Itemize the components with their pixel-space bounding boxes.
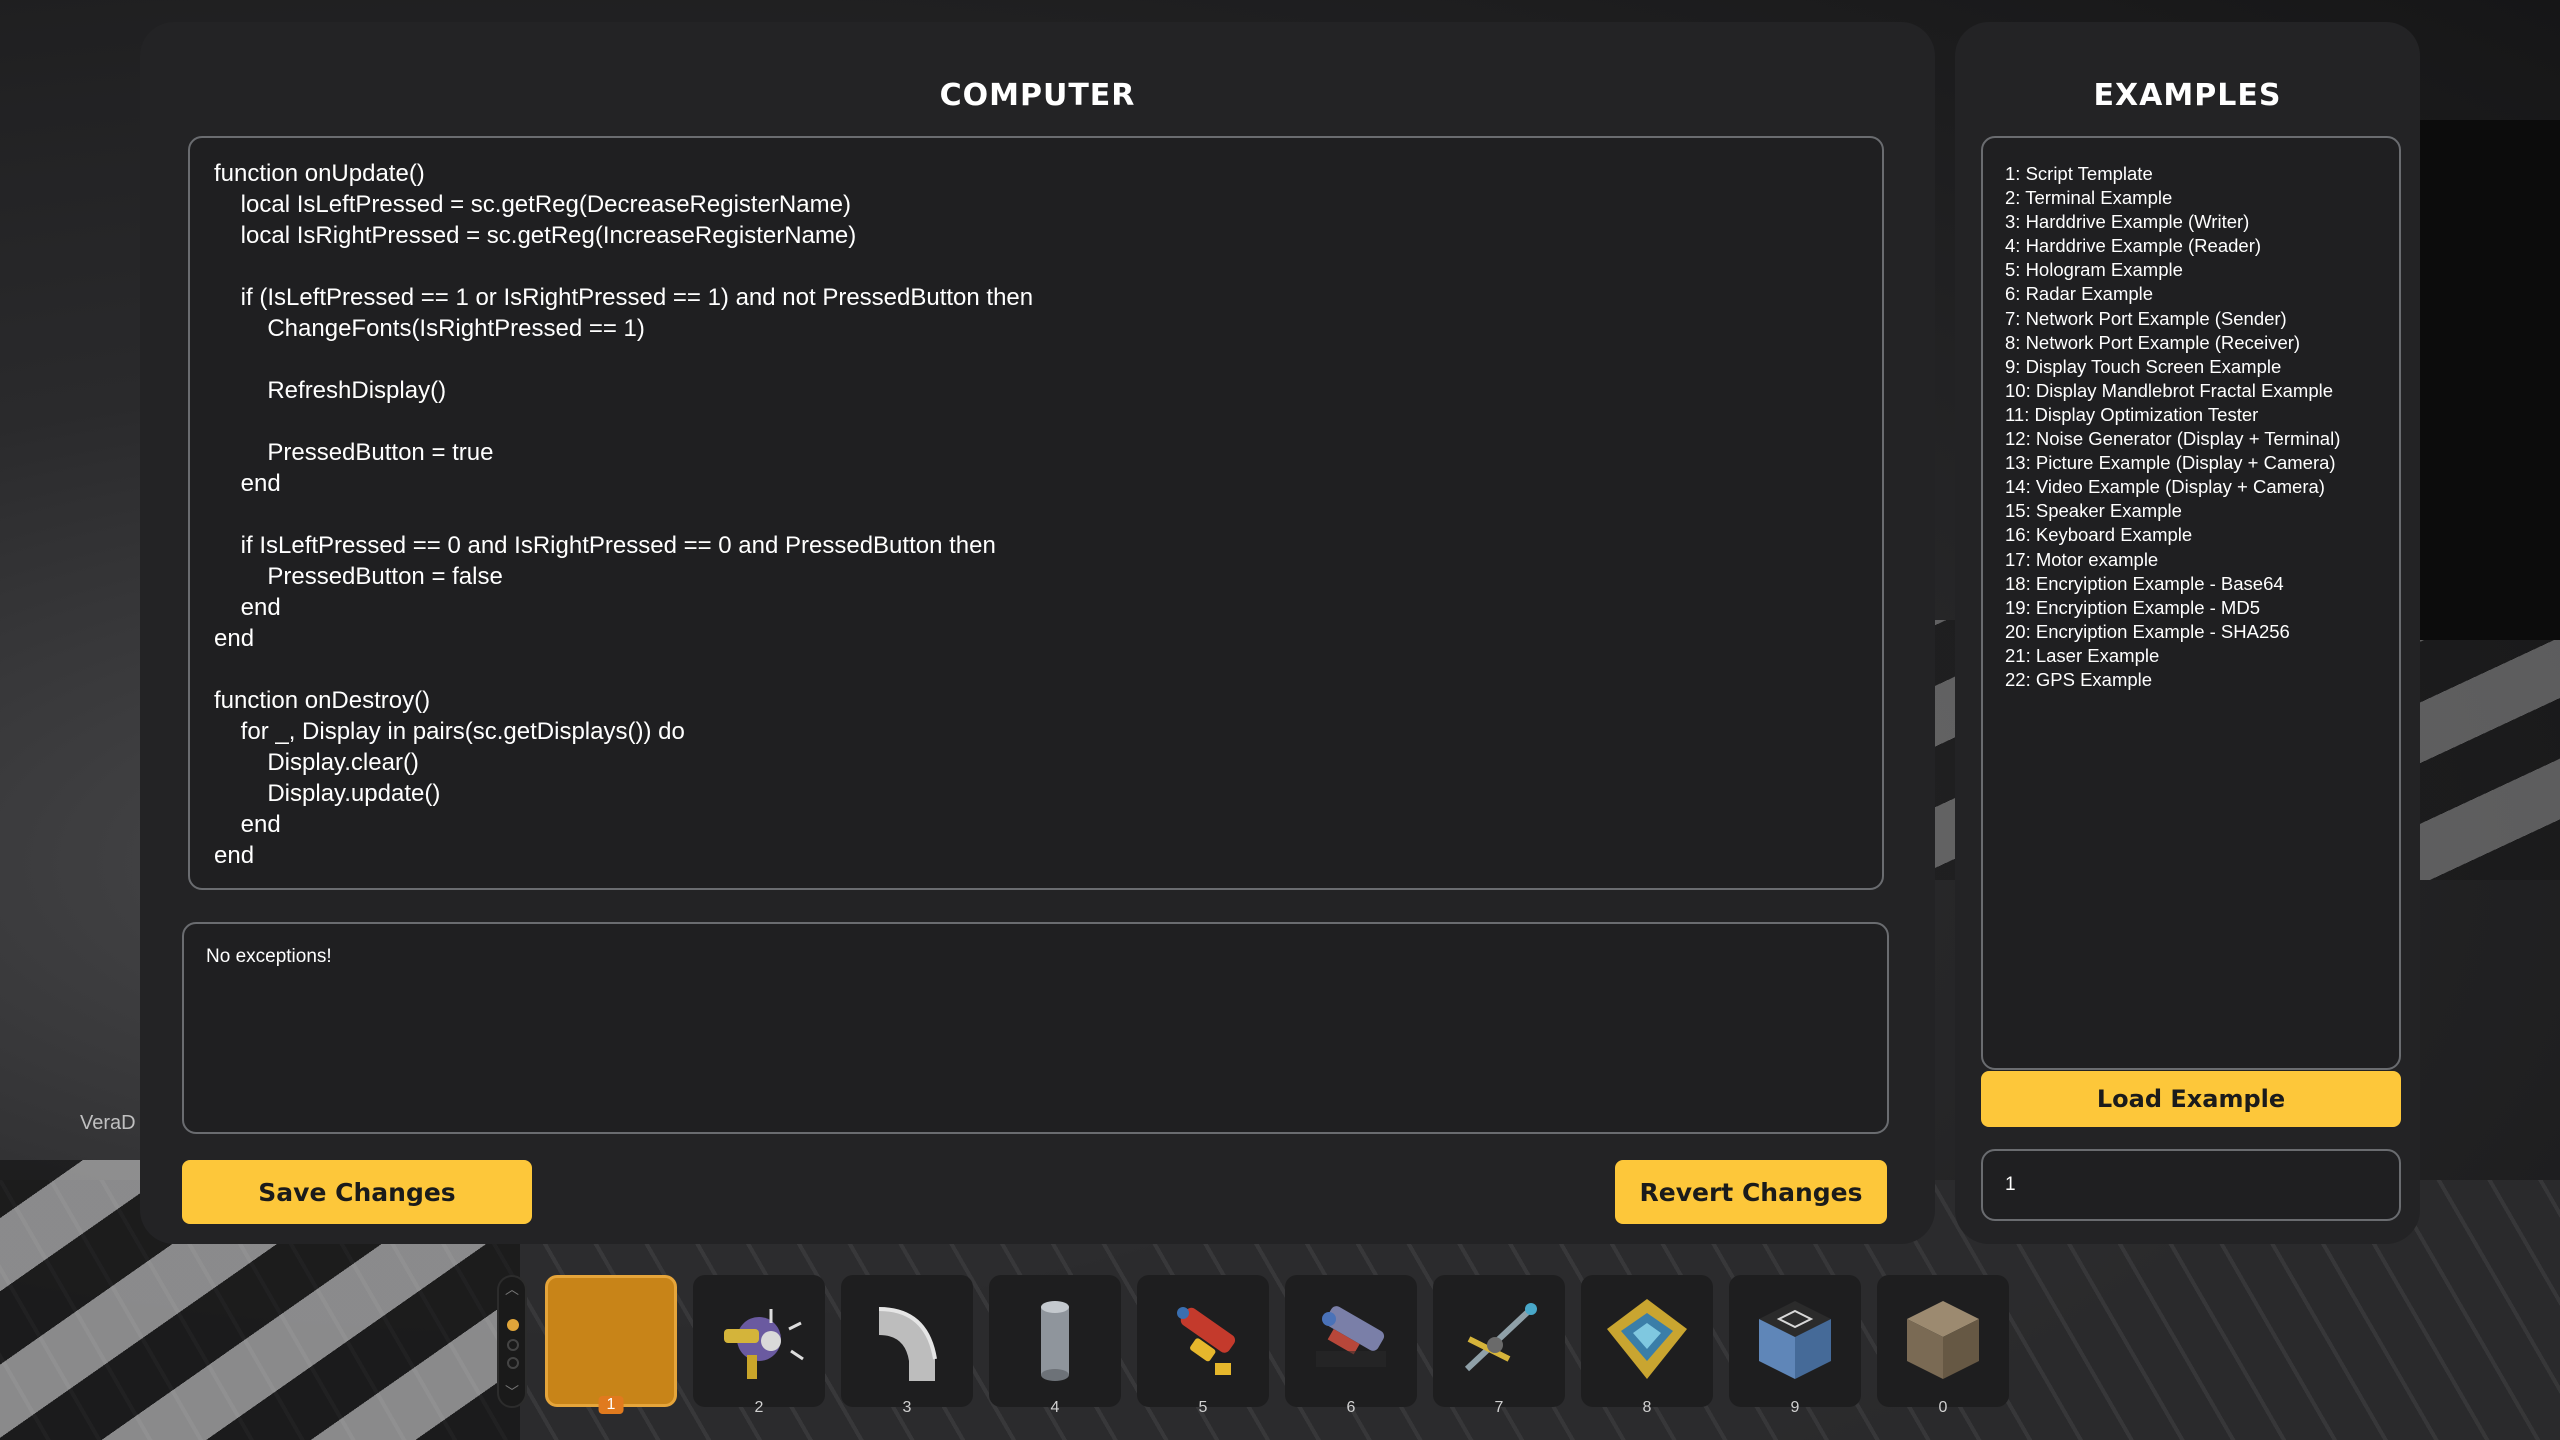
code-text[interactable]: function onUpdate() local IsLeftPressed … bbox=[214, 158, 1033, 871]
glass-block-icon bbox=[1759, 1301, 1831, 1379]
slot-number: 2 bbox=[754, 1399, 764, 1416]
example-item[interactable]: 16: Keyboard Example bbox=[2005, 523, 2340, 547]
example-item[interactable]: 6: Radar Example bbox=[2005, 282, 2340, 306]
hotbar-slot-6[interactable]: 6 bbox=[1285, 1275, 1417, 1416]
example-item[interactable]: 12: Noise Generator (Display + Terminal) bbox=[2005, 427, 2340, 451]
computer-panel: COMPUTER function onUpdate() local IsLef… bbox=[140, 22, 1935, 1244]
save-changes-button[interactable]: Save Changes bbox=[182, 1160, 532, 1224]
hotbar-slot-3[interactable]: 3 bbox=[841, 1275, 973, 1416]
hotbar-slot-9[interactable]: 9 bbox=[1729, 1275, 1861, 1416]
hotbar-page-scroller[interactable]: ︿ ﹀ bbox=[497, 1275, 527, 1408]
slot-number: 5 bbox=[1198, 1399, 1208, 1416]
tool-gun-icon bbox=[1177, 1307, 1236, 1375]
example-item[interactable]: 22: GPS Example bbox=[2005, 668, 2340, 692]
background-overlay-text: VeraD bbox=[80, 1112, 136, 1134]
gravity-gun-icon bbox=[1316, 1306, 1386, 1367]
slot-number: 1 bbox=[598, 1396, 624, 1414]
examples-title: EXAMPLES bbox=[2093, 78, 2282, 113]
background-wall bbox=[2420, 120, 2560, 640]
example-item[interactable]: 14: Video Example (Display + Camera) bbox=[2005, 475, 2340, 499]
hotbar-slot-1[interactable]: 1 bbox=[545, 1275, 677, 1414]
example-item[interactable]: 21: Laser Example bbox=[2005, 644, 2340, 668]
examples-list: 1: Script Template 2: Terminal Example 3… bbox=[2005, 162, 2340, 692]
example-item[interactable]: 5: Hologram Example bbox=[2005, 258, 2340, 282]
wood-block-icon bbox=[1907, 1301, 1979, 1379]
example-item[interactable]: 10: Display Mandlebrot Fractal Example bbox=[2005, 379, 2340, 403]
load-example-button[interactable]: Load Example bbox=[1981, 1071, 2401, 1127]
hotbar-slot-0[interactable]: 0 bbox=[1877, 1275, 2009, 1416]
slot-number: 8 bbox=[1642, 1399, 1652, 1416]
slot-number: 6 bbox=[1346, 1399, 1356, 1416]
chevron-up-icon[interactable]: ︿ bbox=[499, 1283, 525, 1297]
hotbar-slot-5[interactable]: 5 bbox=[1137, 1275, 1269, 1416]
code-editor[interactable]: function onUpdate() local IsLeftPressed … bbox=[188, 136, 1884, 890]
example-item[interactable]: 11: Display Optimization Tester bbox=[2005, 403, 2340, 427]
example-number-input[interactable] bbox=[1981, 1149, 2401, 1221]
example-item[interactable]: 20: Encryiption Example - SHA256 bbox=[2005, 620, 2340, 644]
hotbar-slot-8[interactable]: 8 bbox=[1581, 1275, 1713, 1416]
chevron-down-icon[interactable]: ﹀ bbox=[499, 1386, 525, 1400]
spud-gun-icon bbox=[724, 1309, 804, 1379]
slot-number: 0 bbox=[1938, 1399, 1948, 1416]
example-item[interactable]: 13: Picture Example (Display + Camera) bbox=[2005, 451, 2340, 475]
example-item[interactable]: 7: Network Port Example (Sender) bbox=[2005, 307, 2340, 331]
exception-log-text: No exceptions! bbox=[206, 946, 332, 967]
page-dot-icon bbox=[507, 1357, 519, 1369]
cylinder-block-icon bbox=[1041, 1301, 1069, 1381]
example-item[interactable]: 9: Display Touch Screen Example bbox=[2005, 355, 2340, 379]
example-item[interactable]: 3: Harddrive Example (Writer) bbox=[2005, 210, 2340, 234]
slot-number: 9 bbox=[1790, 1399, 1800, 1416]
hotbar-slot-2[interactable]: 2 bbox=[693, 1275, 825, 1416]
page-dot-active-icon bbox=[507, 1319, 519, 1331]
computer-title: COMPUTER bbox=[939, 78, 1136, 113]
slot-number: 7 bbox=[1494, 1399, 1504, 1416]
examples-panel: EXAMPLES 1: Script Template 2: Terminal … bbox=[1955, 22, 2420, 1244]
connect-tool-icon bbox=[1464, 1303, 1537, 1372]
hotbar-slot-7[interactable]: 7 bbox=[1433, 1275, 1565, 1416]
slot-number: 4 bbox=[1050, 1399, 1060, 1416]
pipe-bend-icon bbox=[878, 1307, 937, 1381]
example-item[interactable]: 2: Terminal Example bbox=[2005, 186, 2340, 210]
example-item[interactable]: 19: Encryiption Example - MD5 bbox=[2005, 596, 2340, 620]
example-item[interactable]: 17: Motor example bbox=[2005, 548, 2340, 572]
revert-changes-button[interactable]: Revert Changes bbox=[1615, 1160, 1887, 1224]
page-dot-icon bbox=[507, 1339, 519, 1351]
hotbar-slot-4[interactable]: 4 bbox=[989, 1275, 1121, 1416]
computer-chip-icon bbox=[1607, 1299, 1687, 1379]
example-item[interactable]: 4: Harddrive Example (Reader) bbox=[2005, 234, 2340, 258]
slot-number: 3 bbox=[902, 1399, 912, 1416]
example-item[interactable]: 8: Network Port Example (Receiver) bbox=[2005, 331, 2340, 355]
exception-log: No exceptions! bbox=[182, 922, 1889, 1134]
examples-list-box: 1: Script Template 2: Terminal Example 3… bbox=[1981, 136, 2401, 1070]
example-item[interactable]: 18: Encryiption Example - Base64 bbox=[2005, 572, 2340, 596]
example-item[interactable]: 15: Speaker Example bbox=[2005, 499, 2340, 523]
example-item[interactable]: 1: Script Template bbox=[2005, 162, 2340, 186]
